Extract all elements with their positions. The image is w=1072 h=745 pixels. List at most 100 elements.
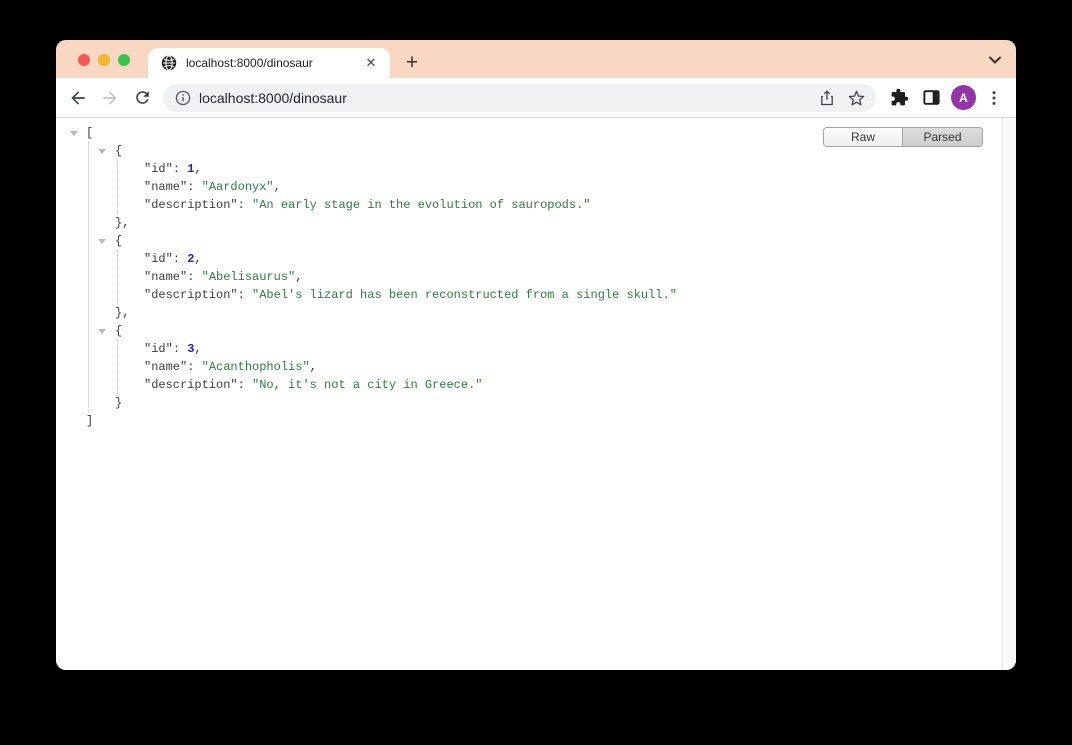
- new-tab-button[interactable]: +: [398, 49, 426, 77]
- json-property-line: "description": "No, it's not a city in G…: [118, 376, 1002, 394]
- json-key: "name": [144, 360, 187, 374]
- address-bar[interactable]: localhost:8000/dinosaur: [163, 84, 876, 112]
- json-bracket: [: [86, 126, 93, 140]
- json-colon: :: [238, 288, 252, 302]
- maximize-window-button[interactable]: [118, 54, 130, 66]
- bookmark-star-icon[interactable]: [848, 90, 865, 107]
- vertical-scrollbar[interactable]: [1002, 118, 1016, 670]
- json-colon: :: [187, 270, 201, 284]
- json-colon: :: [238, 378, 252, 392]
- tab-strip: localhost:8000/dinosaur ✕ +: [56, 40, 1016, 78]
- browser-menu-button[interactable]: [980, 84, 1008, 112]
- json-comma: ,: [310, 360, 317, 374]
- json-object-children: "id": 1,"name": "Aardonyx","description"…: [117, 160, 1002, 214]
- json-object-open: {: [89, 232, 1002, 250]
- json-value: "Abel's lizard has been reconstructed fr…: [252, 288, 677, 302]
- json-key: "description": [144, 198, 238, 212]
- tab-title: localhost:8000/dinosaur: [186, 56, 356, 70]
- globe-favicon-icon: [161, 55, 177, 71]
- json-key: "description": [144, 378, 238, 392]
- tab-search-chevron-icon[interactable]: [988, 55, 1002, 65]
- reload-button[interactable]: [128, 84, 156, 112]
- json-property-line: "name": "Abelisaurus",: [118, 268, 1002, 286]
- collapse-triangle-icon[interactable]: [98, 149, 106, 154]
- json-value: "Acanthopholis": [202, 360, 310, 374]
- json-property-line: "name": "Acanthopholis",: [118, 358, 1002, 376]
- json-key: "id": [144, 252, 173, 266]
- side-panel-button[interactable]: [917, 84, 945, 112]
- json-key: "description": [144, 288, 238, 302]
- json-brace: },: [115, 306, 129, 320]
- reload-icon: [133, 88, 152, 107]
- json-viewer: [{"id": 1,"name": "Aardonyx","descriptio…: [56, 118, 1002, 670]
- json-value: "No, it's not a city in Greece.": [252, 378, 482, 392]
- json-object-children: "id": 2,"name": "Abelisaurus","descripti…: [117, 250, 1002, 304]
- json-array-close: ]: [70, 412, 1002, 430]
- share-icon[interactable]: [819, 90, 835, 106]
- site-info-icon[interactable]: [175, 90, 191, 106]
- side-panel-icon: [922, 88, 941, 107]
- json-brace: }: [115, 396, 122, 410]
- json-comma: ,: [274, 180, 281, 194]
- json-key: "id": [144, 342, 173, 356]
- collapse-triangle-icon[interactable]: [70, 131, 78, 136]
- json-property-line: "id": 3,: [118, 340, 1002, 358]
- json-property-line: "description": "Abel's lizard has been r…: [118, 286, 1002, 304]
- json-comma: ,: [295, 270, 302, 284]
- json-bracket: ]: [86, 414, 93, 428]
- json-value: "Aardonyx": [202, 180, 274, 194]
- close-window-button[interactable]: [78, 54, 90, 66]
- extensions-button[interactable]: [885, 84, 913, 112]
- json-comma: ,: [194, 342, 201, 356]
- json-colon: :: [238, 198, 252, 212]
- json-key: "name": [144, 270, 187, 284]
- forward-arrow-icon: [100, 88, 120, 108]
- three-dot-menu-icon: [986, 90, 1002, 106]
- puzzle-piece-icon: [890, 88, 909, 107]
- page-content: Raw Parsed [{"id": 1,"name": "Aardonyx",…: [56, 118, 1016, 670]
- back-button[interactable]: [64, 84, 92, 112]
- json-object-children: "id": 3,"name": "Acanthopholis","descrip…: [117, 340, 1002, 394]
- json-object-open: {: [89, 322, 1002, 340]
- back-arrow-icon: [68, 88, 88, 108]
- url-text: localhost:8000/dinosaur: [199, 90, 347, 106]
- json-brace: },: [115, 216, 129, 230]
- json-colon: :: [187, 180, 201, 194]
- json-object-close: },: [89, 304, 1002, 322]
- json-object-block: {"id": 2,"name": "Abelisaurus","descript…: [89, 232, 1002, 322]
- json-object-block: {"id": 1,"name": "Aardonyx","description…: [89, 142, 1002, 232]
- traffic-lights: [78, 54, 130, 66]
- collapse-triangle-icon[interactable]: [98, 329, 106, 334]
- json-object-close: }: [89, 394, 1002, 412]
- json-comma: ,: [194, 252, 201, 266]
- browser-window: localhost:8000/dinosaur ✕ +: [56, 40, 1016, 670]
- collapse-triangle-icon[interactable]: [98, 239, 106, 244]
- forward-button[interactable]: [96, 84, 124, 112]
- json-object-block: {"id": 3,"name": "Acanthopholis","descri…: [89, 322, 1002, 412]
- json-colon: :: [173, 252, 187, 266]
- browser-tab[interactable]: localhost:8000/dinosaur ✕: [148, 48, 390, 78]
- browser-toolbar: localhost:8000/dinosaur A: [56, 78, 1016, 118]
- json-colon: :: [173, 162, 187, 176]
- json-comma: ,: [194, 162, 201, 176]
- json-colon: :: [173, 342, 187, 356]
- json-key: "id": [144, 162, 173, 176]
- json-object-open: {: [89, 142, 1002, 160]
- json-brace: {: [115, 324, 122, 338]
- tab-close-icon[interactable]: ✕: [362, 54, 380, 72]
- json-property-line: "name": "Aardonyx",: [118, 178, 1002, 196]
- json-brace: {: [115, 144, 122, 158]
- json-brace: {: [115, 234, 122, 248]
- json-array-children: {"id": 1,"name": "Aardonyx","description…: [88, 142, 1002, 412]
- json-array-open: [: [70, 124, 1002, 142]
- json-colon: :: [187, 360, 201, 374]
- json-property-line: "id": 2,: [118, 250, 1002, 268]
- json-object-close: },: [89, 214, 1002, 232]
- minimize-window-button[interactable]: [98, 54, 110, 66]
- json-key: "name": [144, 180, 187, 194]
- profile-avatar[interactable]: A: [951, 85, 976, 110]
- json-value: "Abelisaurus": [202, 270, 296, 284]
- json-property-line: "description": "An early stage in the ev…: [118, 196, 1002, 214]
- json-property-line: "id": 1,: [118, 160, 1002, 178]
- json-value: "An early stage in the evolution of saur…: [252, 198, 590, 212]
